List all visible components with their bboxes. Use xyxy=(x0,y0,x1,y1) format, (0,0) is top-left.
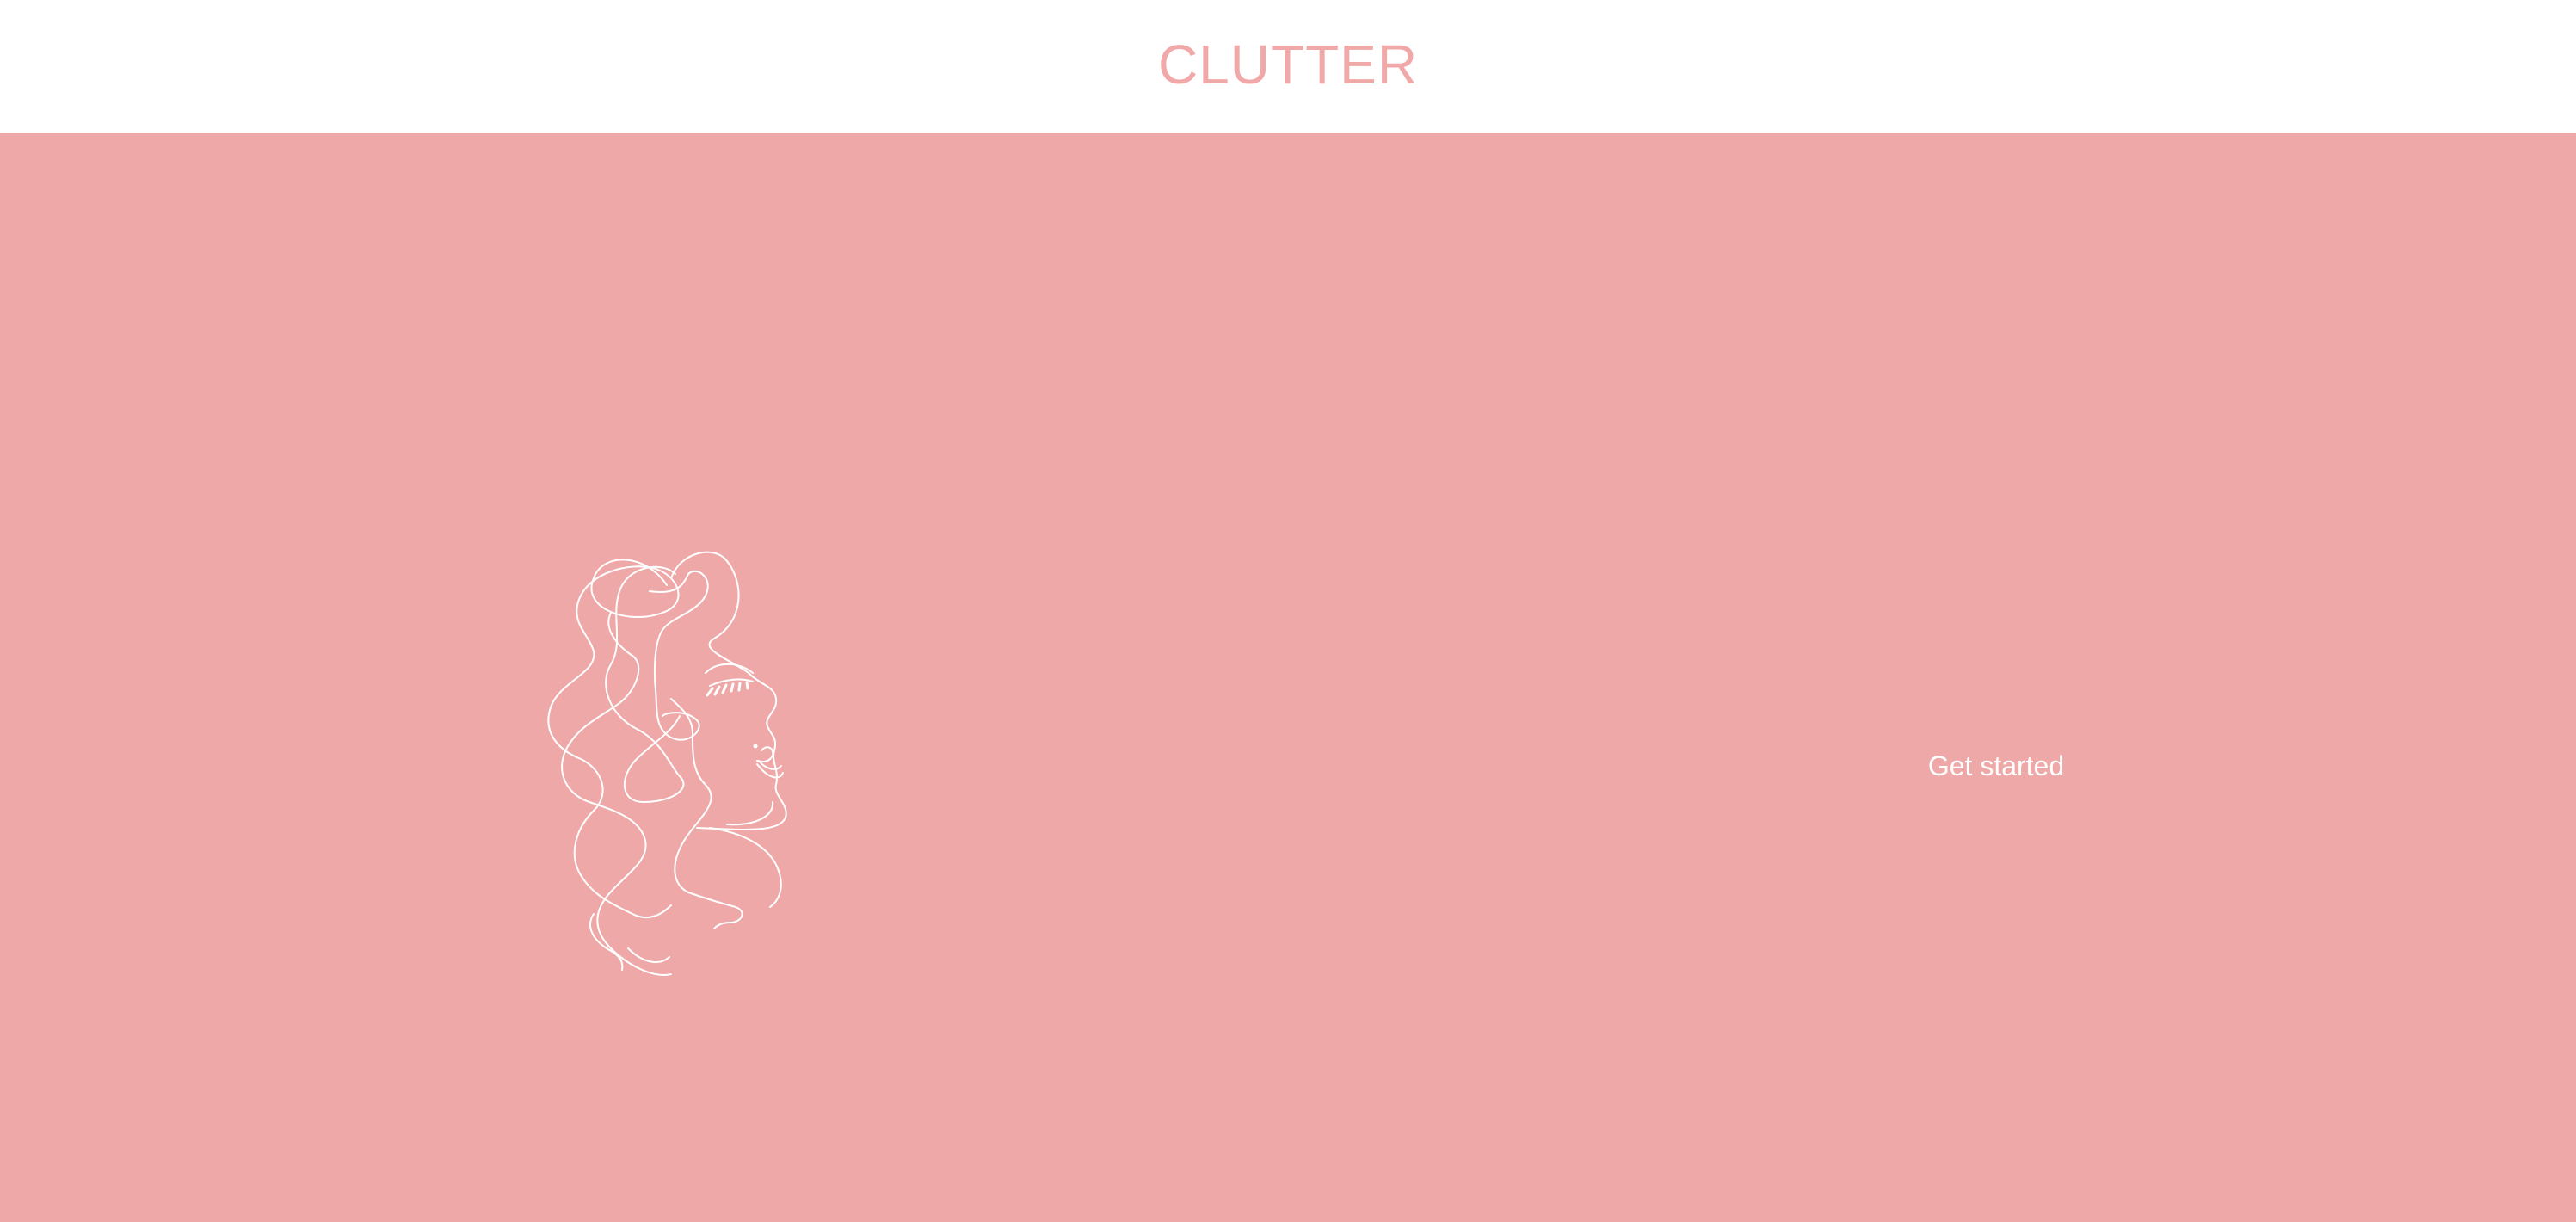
hero-section: Get started xyxy=(0,133,2576,1222)
get-started-button[interactable]: Get started xyxy=(1893,740,2099,792)
woman-face-illustration xyxy=(542,544,860,1009)
brand-logo[interactable]: CLUTTER xyxy=(0,33,2576,96)
site-header: CLUTTER xyxy=(0,0,2576,133)
